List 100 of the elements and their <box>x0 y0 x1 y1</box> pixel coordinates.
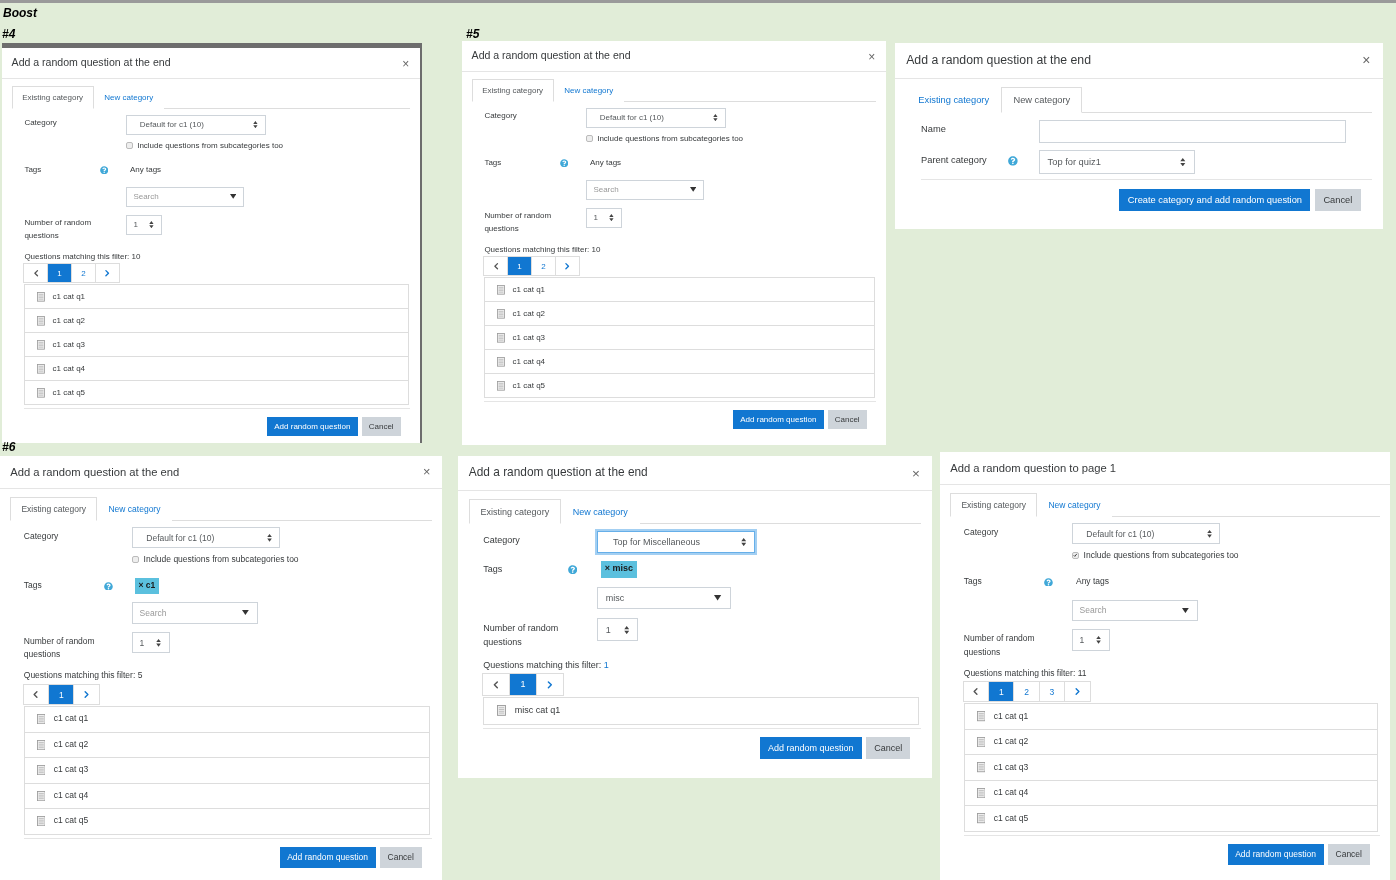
cancel-button[interactable]: Cancel <box>1315 188 1361 211</box>
document-icon <box>976 762 986 773</box>
previous-page-button[interactable] <box>482 673 511 696</box>
cancel-button[interactable]: Cancel <box>827 409 867 430</box>
matching-text: Questions matching this filter: 11 <box>963 667 1087 678</box>
category-select[interactable]: Default for c1 (10) <box>1071 523 1221 545</box>
category-select[interactable]: Default for c1 (10) <box>131 527 281 549</box>
category-select[interactable]: Top for Miscellaneous <box>597 530 755 554</box>
field-label: Parent category <box>921 154 988 168</box>
tab[interactable]: Existing category <box>950 492 1038 518</box>
number-select[interactable]: 1 <box>586 207 622 228</box>
document-icon <box>36 790 46 801</box>
tag-chip[interactable]: × c1 <box>135 577 159 594</box>
updown-icon <box>623 625 629 634</box>
document-icon <box>36 340 45 350</box>
dialog-title: Add a random question at the end <box>471 50 631 62</box>
tab[interactable]: Existing category <box>11 86 94 110</box>
document-icon <box>496 381 505 391</box>
cancel-button[interactable]: Cancel <box>866 737 911 759</box>
tab[interactable]: Existing category <box>10 496 98 522</box>
page-button[interactable]: 1 <box>48 683 75 706</box>
page-button[interactable]: 1 <box>507 256 532 277</box>
category-select[interactable]: Default for c1 (10) <box>126 114 266 135</box>
question-name: c1 cat q5 <box>512 380 546 392</box>
next-page-button[interactable] <box>554 256 580 277</box>
matching-text: Questions matching this filter: 10 <box>484 244 601 254</box>
previous-page-button[interactable] <box>23 263 49 284</box>
checkbox[interactable] <box>126 141 134 149</box>
field-label: Number of random questions <box>963 631 1036 659</box>
close-button[interactable]: × <box>423 466 431 479</box>
checkbox[interactable] <box>586 134 594 142</box>
category-select[interactable]: Default for c1 (10) <box>586 107 726 128</box>
close-button[interactable]: × <box>1362 54 1371 69</box>
dialog-title: Add a random question to page 1 <box>950 461 1117 475</box>
updown-icon <box>740 537 746 546</box>
matching-text: Questions matching this filter: 10 <box>24 251 141 261</box>
cancel-button[interactable]: Cancel <box>379 846 422 868</box>
search-field[interactable]: misc <box>597 586 731 610</box>
screenshot-label: #6 <box>2 440 16 454</box>
help-icon[interactable] <box>99 165 108 175</box>
page-button[interactable]: 1 <box>47 263 72 284</box>
updown-icon <box>1096 636 1102 644</box>
question-name: c1 cat q5 <box>993 812 1029 825</box>
number-select[interactable]: 1 <box>126 214 162 235</box>
previous-page-button[interactable] <box>22 683 50 706</box>
question-name: c1 cat q2 <box>993 736 1029 748</box>
field-label: Number of random questions <box>483 622 560 650</box>
page-button[interactable]: 1 <box>988 681 1015 703</box>
submit-button[interactable]: Create category and add random question <box>1119 188 1311 211</box>
cancel-button[interactable]: Cancel <box>361 416 401 437</box>
name-field[interactable] <box>1039 119 1347 143</box>
document-icon <box>496 705 506 716</box>
field-label: Category <box>484 110 518 123</box>
help-icon[interactable] <box>559 158 568 168</box>
number-select[interactable]: 1 <box>597 618 638 641</box>
document-icon <box>496 333 505 343</box>
document-icon <box>976 736 986 748</box>
submit-button[interactable]: Add random question <box>267 416 358 437</box>
next-page-button[interactable] <box>94 263 120 284</box>
dialog-title: Add a random question at the end <box>468 466 648 480</box>
question-name: c1 cat q2 <box>512 308 546 320</box>
help-icon[interactable] <box>567 564 578 575</box>
tag-chip[interactable]: × misc <box>601 560 637 578</box>
cancel-button[interactable]: Cancel <box>1327 843 1370 865</box>
number-select[interactable]: 1 <box>1071 629 1110 651</box>
help-icon[interactable] <box>1043 577 1053 587</box>
checkbox[interactable] <box>1071 551 1080 560</box>
checkbox-label: Include questions from subcategories too <box>143 553 299 566</box>
question-name: c1 cat q3 <box>53 764 89 777</box>
field-label: Category <box>23 529 60 543</box>
previous-page-button[interactable] <box>962 681 990 703</box>
number-select[interactable]: 1 <box>131 632 170 654</box>
checkbox-label: Include questions from subcategories too <box>137 139 284 151</box>
field-label: Number of random questions <box>484 210 553 235</box>
page-button[interactable]: 2 <box>71 263 96 284</box>
tab[interactable]: Existing category <box>468 498 561 525</box>
submit-button[interactable]: Add random question <box>1227 843 1324 865</box>
document-icon <box>36 714 46 725</box>
submit-button[interactable]: Add random question <box>733 409 824 430</box>
page-button[interactable]: 2 <box>1013 681 1040 703</box>
next-page-button[interactable] <box>1064 681 1091 703</box>
document-icon <box>976 787 986 799</box>
help-icon[interactable] <box>103 581 113 591</box>
tab[interactable]: New category <box>1001 87 1083 114</box>
previous-page-button[interactable] <box>483 256 509 277</box>
close-button[interactable]: × <box>911 466 920 481</box>
next-page-button[interactable] <box>535 673 564 696</box>
question-name: c1 cat q4 <box>52 363 86 375</box>
tab[interactable]: Existing category <box>471 79 554 103</box>
any-tags-text: Any tags <box>589 156 623 169</box>
submit-button[interactable]: Add random question <box>759 737 862 759</box>
close-button[interactable]: × <box>868 50 876 63</box>
submit-button[interactable]: Add random question <box>279 846 376 868</box>
page-button[interactable]: 1 <box>509 673 537 696</box>
page-button[interactable]: 2 <box>531 256 556 277</box>
checkbox[interactable] <box>131 555 140 564</box>
help-icon[interactable] <box>1008 155 1019 166</box>
parent-category-select[interactable]: Top for quiz1 <box>1039 150 1196 174</box>
close-button[interactable]: × <box>402 57 410 70</box>
checkbox-label: Include questions from subcategories too <box>597 132 744 144</box>
